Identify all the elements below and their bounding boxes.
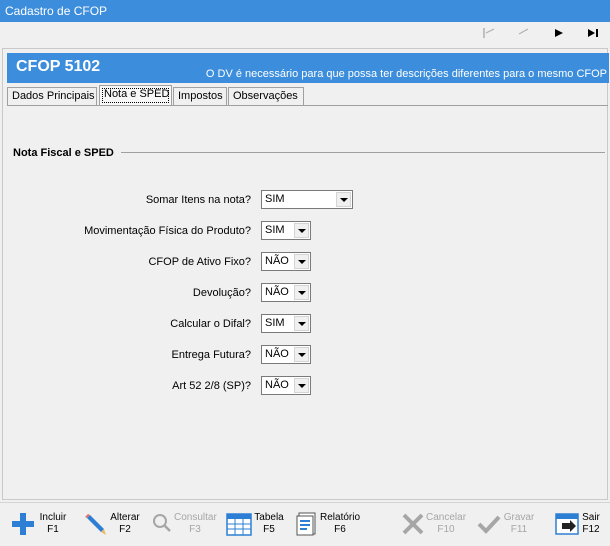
record-navigation — [0, 22, 610, 46]
first-record-icon[interactable] — [482, 26, 496, 40]
field-label-somar-itens: Somar Itens na nota? — [145, 194, 251, 206]
tab-nota-e-sped[interactable]: Nota e SPED — [99, 85, 172, 106]
gravar-key: F11 — [510, 524, 528, 535]
report-icon — [294, 511, 320, 537]
relatorio-button[interactable]: Relatório F6 — [294, 509, 362, 543]
relatorio-label: Relatório — [320, 512, 361, 523]
sair-button[interactable]: Sair F12 — [554, 509, 604, 543]
tab-dados-principais[interactable]: Dados Principais — [7, 87, 97, 105]
entrega-futura-value: NÃO — [265, 348, 289, 360]
magnifier-icon — [150, 511, 176, 537]
tabela-button[interactable]: Tabela F5 — [226, 509, 286, 543]
alterar-label: Alterar — [110, 512, 140, 523]
movimentacao-fisica-select[interactable]: SIM — [261, 221, 311, 240]
tab-divider — [7, 105, 608, 106]
devolucao-value: NÃO — [265, 286, 289, 298]
incluir-button[interactable]: Incluir F1 — [10, 509, 70, 543]
somar-itens-select[interactable]: SIM — [261, 190, 353, 209]
ativo-fixo-select[interactable]: NÃO — [261, 252, 311, 271]
section-title: Nota Fiscal e SPED — [13, 147, 114, 159]
field-label-movimentacao-fisica: Movimentação Física do Produto? — [84, 225, 251, 237]
chevron-down-icon[interactable] — [294, 316, 309, 331]
chevron-down-icon[interactable] — [294, 347, 309, 362]
page-title: CFOP 5102 — [16, 58, 101, 75]
art-52-value: NÃO — [265, 379, 289, 391]
chevron-down-icon[interactable] — [294, 254, 309, 269]
calcular-difal-select[interactable]: SIM — [261, 314, 311, 333]
section-divider — [121, 152, 605, 153]
entrega-futura-select[interactable]: NÃO — [261, 345, 311, 364]
cancelar-label: Cancelar — [426, 512, 467, 523]
cancelar-key: F10 — [437, 524, 455, 535]
header-note: O DV é necessário para que possa ter des… — [205, 68, 607, 80]
consultar-label: Consultar — [174, 512, 217, 523]
incluir-key: F1 — [47, 524, 59, 535]
x-icon — [400, 511, 426, 537]
gravar-label: Gravar — [503, 512, 535, 523]
ativo-fixo-value: NÃO — [265, 255, 289, 267]
incluir-label: Incluir — [39, 512, 67, 523]
last-record-icon[interactable] — [586, 26, 600, 40]
alterar-key: F2 — [119, 524, 131, 535]
devolucao-select[interactable]: NÃO — [261, 283, 311, 302]
field-label-ativo-fixo: CFOP de Ativo Fixo? — [148, 256, 251, 268]
tab-observacoes[interactable]: Observações — [228, 87, 304, 105]
pencil-icon — [82, 511, 108, 537]
chevron-down-icon[interactable] — [294, 223, 309, 238]
consultar-button[interactable]: Consultar F3 — [150, 509, 218, 543]
movimentacao-fisica-value: SIM — [265, 224, 285, 236]
field-label-calcular-difal: Calcular o Difal? — [170, 318, 251, 330]
next-record-icon[interactable] — [552, 26, 566, 40]
tab-impostos[interactable]: Impostos — [173, 87, 227, 105]
window-title: Cadastro de CFOP — [0, 0, 610, 22]
consultar-key: F3 — [189, 524, 201, 535]
bottom-toolbar: Incluir F1 Alterar F2 Consultar F3 Tabela F5… — [0, 502, 610, 546]
tabela-label: Tabela — [254, 512, 284, 523]
somar-itens-value: SIM — [265, 193, 285, 205]
chevron-down-icon[interactable] — [294, 285, 309, 300]
header-band: CFOP 5102 O DV é necessário para que pos… — [7, 53, 609, 83]
tabela-key: F5 — [263, 524, 275, 535]
field-label-entrega-futura: Entrega Futura? — [171, 349, 252, 361]
table-icon — [226, 511, 252, 537]
previous-record-icon[interactable] — [516, 26, 530, 40]
alterar-button[interactable]: Alterar F2 — [82, 509, 142, 543]
relatorio-key: F6 — [334, 524, 346, 535]
field-label-devolucao: Devolução? — [192, 287, 251, 299]
cancelar-button[interactable]: Cancelar F10 — [400, 509, 468, 543]
chevron-down-icon[interactable] — [294, 378, 309, 393]
calcular-difal-value: SIM — [265, 317, 285, 329]
sair-key: F12 — [582, 524, 600, 535]
form-panel: CFOP 5102 O DV é necessário para que pos… — [2, 48, 609, 500]
plus-icon — [10, 511, 36, 537]
field-label-art-52: Art 52 2/8 (SP)? — [172, 380, 251, 392]
exit-icon — [554, 511, 580, 537]
gravar-button[interactable]: Gravar F11 — [476, 509, 536, 543]
chevron-down-icon[interactable] — [336, 192, 351, 207]
sair-label: Sair — [582, 512, 600, 523]
art-52-select[interactable]: NÃO — [261, 376, 311, 395]
check-icon — [476, 511, 502, 537]
